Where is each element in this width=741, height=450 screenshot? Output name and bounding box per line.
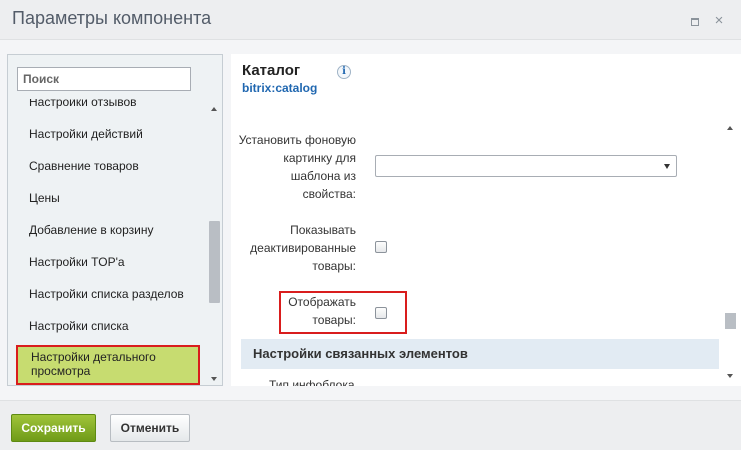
scroll-thumb[interactable] bbox=[725, 313, 736, 329]
chevron-down-icon bbox=[664, 164, 670, 169]
show-deactivated-checkbox[interactable] bbox=[375, 241, 387, 253]
save-button[interactable]: Сохранить bbox=[11, 414, 96, 442]
scroll-thumb[interactable] bbox=[209, 221, 220, 303]
sidebar-item-list[interactable]: Настройки списка bbox=[29, 319, 129, 333]
bg-image-select[interactable] bbox=[375, 155, 677, 177]
show-deactivated-label: Показывать деактивированные товары: bbox=[250, 223, 356, 273]
component-title: Каталог bbox=[242, 62, 301, 79]
highlight-frame bbox=[279, 291, 407, 334]
window-titlebar: Параметры компонента × bbox=[0, 0, 741, 40]
sidebar-scrollbar[interactable] bbox=[206, 99, 222, 385]
sidebar-item-actions[interactable]: Настройки действий bbox=[29, 127, 143, 141]
scroll-up-icon[interactable] bbox=[211, 107, 217, 111]
maximize-icon[interactable] bbox=[688, 14, 702, 28]
footer: Сохранить Отменить bbox=[0, 400, 741, 450]
search-input[interactable] bbox=[17, 67, 191, 91]
close-icon[interactable]: × bbox=[712, 13, 726, 28]
main-scrollbar[interactable] bbox=[722, 120, 739, 386]
sidebar-item-basket[interactable]: Добавление в корзину bbox=[29, 223, 153, 237]
main-panel: Каталог i bitrix:catalog Установить фоно… bbox=[231, 54, 741, 386]
window-title: Параметры компонента bbox=[12, 8, 212, 28]
scroll-down-icon[interactable] bbox=[211, 377, 217, 381]
cancel-button[interactable]: Отменить bbox=[110, 414, 190, 442]
sidebar-item-compare[interactable]: Сравнение товаров bbox=[29, 159, 139, 173]
related-section-header: Настройки связанных элементов bbox=[241, 339, 719, 369]
bg-image-label: Установить фоновую картинку для шаблона … bbox=[238, 133, 356, 201]
sidebar-item-top[interactable]: Настройки TOP'а bbox=[29, 255, 125, 269]
sidebar-item-reviews[interactable]: Настройки отзывов bbox=[29, 99, 137, 109]
sidebar: Настройки отзывов Настройки действий Сра… bbox=[7, 54, 223, 386]
component-code: bitrix:catalog bbox=[242, 81, 318, 95]
scroll-up-icon[interactable] bbox=[727, 126, 733, 130]
params-list: Установить фоновую картинку для шаблона … bbox=[231, 120, 723, 386]
sidebar-item-prices[interactable]: Цены bbox=[29, 191, 60, 205]
iblock-type-label: Тип инфоблока bbox=[269, 378, 355, 386]
scroll-down-icon[interactable] bbox=[727, 374, 733, 378]
info-icon[interactable]: i bbox=[337, 65, 351, 79]
sidebar-nav: Настройки отзывов Настройки действий Сра… bbox=[8, 99, 208, 385]
sidebar-item-detail[interactable]: Настройки детального просмотра bbox=[16, 345, 200, 385]
sidebar-item-section-list[interactable]: Настройки списка разделов bbox=[29, 287, 184, 301]
